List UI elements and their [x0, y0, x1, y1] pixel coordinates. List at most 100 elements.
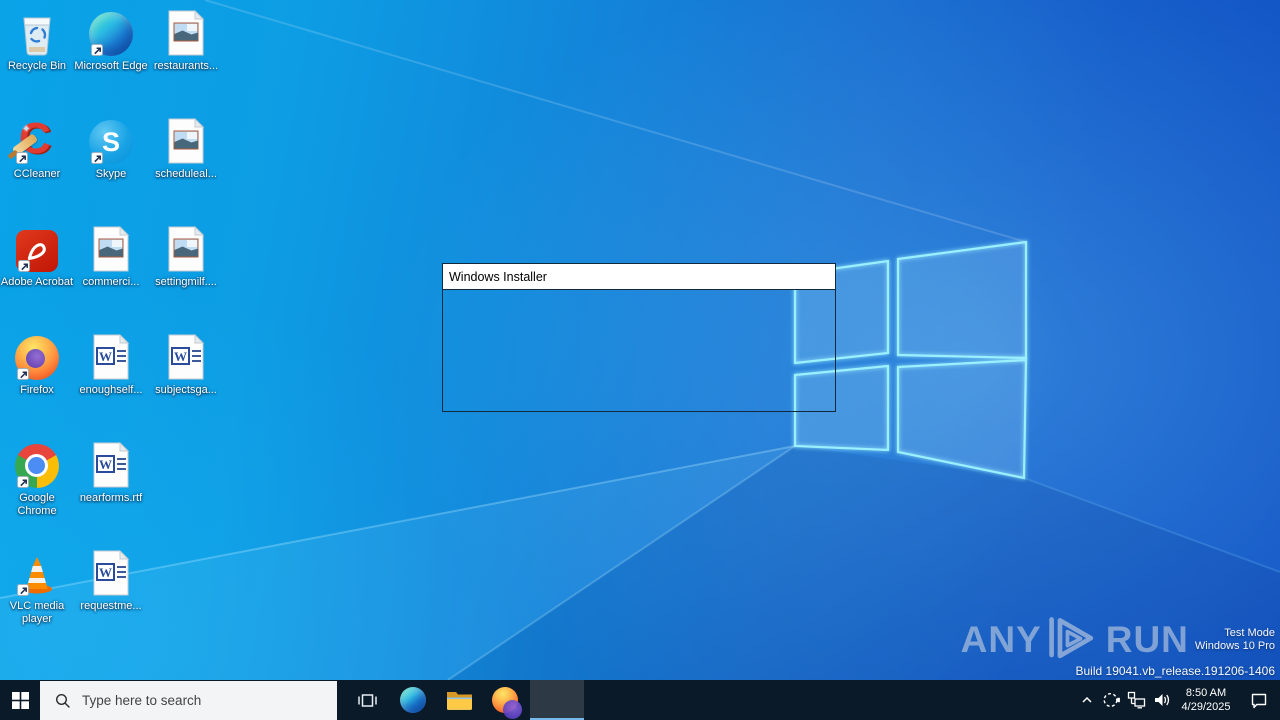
desktop-icon-vlc[interactable]: VLC media player: [0, 546, 74, 626]
desktop-icon-scheduleal[interactable]: scheduleal...: [149, 114, 223, 181]
desktop-icon-requestme[interactable]: W requestme...: [74, 546, 148, 613]
desktop-icon-label: settingmilf....: [155, 276, 217, 288]
file-explorer-icon: [446, 692, 472, 710]
clock-date: 4/29/2025: [1181, 701, 1231, 713]
desktop-icon-nearforms[interactable]: W nearforms.rtf: [74, 438, 148, 505]
recycle-bin-icon: [15, 6, 59, 56]
tray-network-button[interactable]: [1124, 680, 1149, 720]
desktop-icon-firefox[interactable]: Firefox: [0, 330, 74, 397]
search-icon: [55, 693, 70, 708]
system-tray: 8:50 AM 4/29/2025: [1074, 680, 1280, 720]
vlc-icon: [15, 546, 59, 596]
image-file-icon: [167, 114, 205, 164]
windows-logo-icon: [11, 691, 29, 709]
taskbar-firefox-button[interactable]: [482, 680, 528, 720]
dashed-circle-icon: [1103, 692, 1120, 708]
desktop-icon-label: subjectsga...: [155, 384, 217, 396]
shortcut-arrow-icon: [17, 368, 29, 380]
dialog-body: [443, 290, 835, 411]
edge-icon: [400, 687, 426, 713]
desktop-icon-label: commerci...: [82, 276, 140, 288]
edge-icon: [89, 6, 133, 56]
skype-icon: S: [89, 114, 133, 164]
tray-recording-button[interactable]: [1099, 680, 1124, 720]
chrome-icon: [15, 438, 59, 488]
desktop-icon-commerci[interactable]: commerci...: [74, 222, 148, 289]
shortcut-arrow-icon: [17, 476, 29, 488]
desktop-icon-label: Google Chrome: [17, 492, 57, 517]
test-mode-label: Test Mode: [1224, 627, 1275, 639]
taskbar-search[interactable]: [40, 681, 337, 720]
desktop-icon-label: Skype: [95, 168, 127, 180]
clock-time: 8:50 AM: [1185, 687, 1227, 699]
shortcut-arrow-icon: [16, 152, 28, 164]
desktop-icon-adobe-acrobat[interactable]: Adobe Acrobat: [0, 222, 74, 289]
os-build-label: Build 19041.vb_release.191206-1406: [1075, 664, 1276, 678]
shortcut-arrow-icon: [91, 44, 103, 56]
desktop-icon-enoughself[interactable]: W enoughself...: [74, 330, 148, 397]
svg-text:W: W: [99, 565, 112, 580]
shortcut-arrow-icon: [91, 152, 103, 164]
taskbar-active-window-button[interactable]: [530, 680, 584, 720]
svg-text:W: W: [99, 457, 112, 472]
desktop-icon-label: requestme...: [80, 600, 142, 612]
desktop-icon-skype[interactable]: S Skype: [74, 114, 148, 181]
desktop-icon-microsoft-edge[interactable]: Microsoft Edge: [74, 6, 148, 73]
anyrun-play-logo: [1049, 617, 1093, 659]
desktop-icon-label: nearforms.rtf: [79, 492, 143, 504]
desktop-icon-label: CCleaner: [13, 168, 61, 180]
task-view-icon: [357, 693, 377, 707]
task-view-button[interactable]: [344, 680, 390, 720]
word-file-icon: W: [92, 438, 130, 488]
desktop-icon-settingmilf[interactable]: settingmilf....: [149, 222, 223, 289]
word-file-icon: W: [92, 546, 130, 596]
acrobat-icon: [16, 222, 58, 272]
image-file-icon: [167, 6, 205, 56]
desktop-icon-ccleaner[interactable]: C ✦ CCleaner: [0, 114, 74, 181]
dialog-title: Windows Installer: [449, 269, 547, 284]
desktop-icon-label: Firefox: [20, 384, 54, 396]
taskbar-empty-area: [584, 680, 1074, 720]
shortcut-arrow-icon: [17, 584, 29, 596]
speaker-icon: [1154, 694, 1169, 706]
ccleaner-icon: C ✦: [7, 114, 60, 164]
windows-installer-dialog[interactable]: Windows Installer: [442, 263, 836, 412]
anyrun-watermark: ANY RUN Test Mode Windows 10 Pro Build 1…: [961, 617, 1275, 678]
firefox-icon: [492, 687, 522, 719]
svg-text:W: W: [99, 349, 112, 364]
desktop-icon-restaurants[interactable]: restaurants...: [149, 6, 223, 73]
taskbar-clock[interactable]: 8:50 AM 4/29/2025: [1174, 680, 1238, 720]
desktop-icon-label: scheduleal...: [155, 168, 217, 180]
ethernet-network-icon: [1127, 691, 1146, 709]
desktop-icon-label: enoughself...: [79, 384, 143, 396]
desktop-icon-google-chrome[interactable]: Google Chrome: [0, 438, 74, 518]
desktop-icon-subjectsga[interactable]: W subjectsga...: [149, 330, 223, 397]
taskbar-edge-button[interactable]: [390, 680, 436, 720]
desktop-icon-label: Microsoft Edge: [74, 60, 148, 72]
anyrun-brand-any: ANY: [960, 619, 1042, 660]
action-center-button[interactable]: [1238, 680, 1280, 720]
word-file-icon: W: [92, 330, 130, 380]
word-file-icon: W: [167, 330, 205, 380]
image-file-icon: [92, 222, 130, 272]
tray-volume-button[interactable]: [1149, 680, 1174, 720]
desktop-icon-label: restaurants...: [153, 60, 219, 72]
desktop-icon-recycle-bin[interactable]: Recycle Bin: [0, 6, 74, 73]
desktop-icon-label: Recycle Bin: [7, 60, 67, 72]
taskbar-file-explorer-button[interactable]: [436, 680, 482, 720]
dialog-titlebar[interactable]: Windows Installer: [443, 264, 835, 290]
anyrun-brand-run: RUN: [1105, 619, 1189, 660]
image-file-icon: [167, 222, 205, 272]
firefox-icon: [15, 330, 59, 380]
search-input[interactable]: [80, 692, 270, 709]
show-hidden-icons-button[interactable]: [1074, 680, 1099, 720]
start-button[interactable]: [0, 680, 40, 720]
os-edition-label: Windows 10 Pro: [1194, 640, 1275, 652]
notification-bubble-icon: [1251, 693, 1267, 708]
chevron-up-icon: [1081, 696, 1092, 703]
taskbar: 8:50 AM 4/29/2025: [0, 680, 1280, 720]
svg-text:W: W: [174, 349, 187, 364]
desktop-icon-label: VLC media player: [9, 600, 65, 625]
shortcut-arrow-icon: [18, 260, 30, 272]
desktop-icon-label: Adobe Acrobat: [0, 276, 74, 288]
